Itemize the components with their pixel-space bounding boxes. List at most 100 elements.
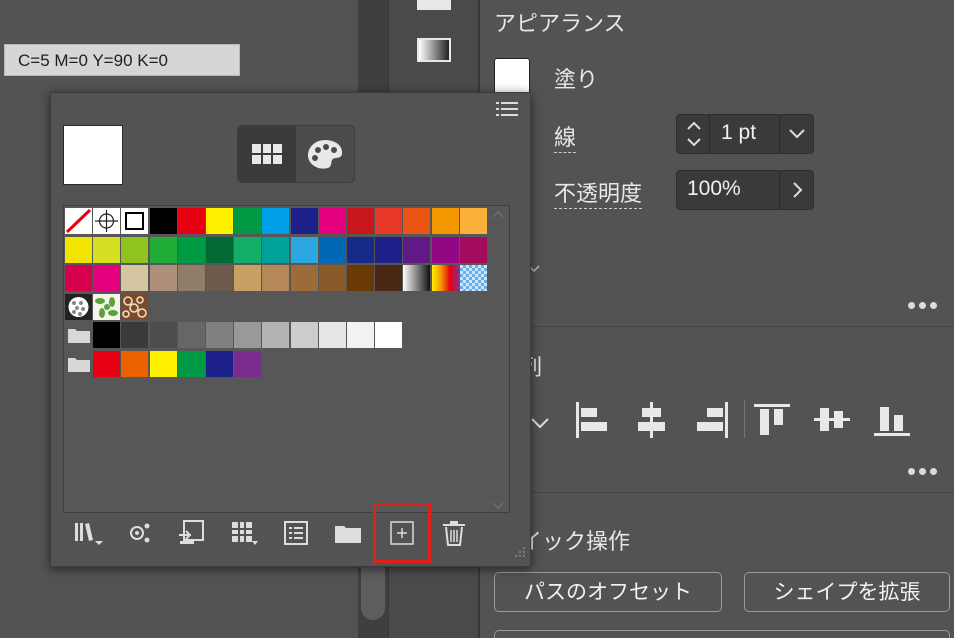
color-swatch[interactable] — [149, 236, 177, 263]
color-swatch[interactable] — [403, 208, 431, 234]
color-swatch[interactable] — [262, 236, 290, 263]
chevron-down-icon[interactable] — [780, 115, 814, 153]
align-top-icon[interactable] — [754, 402, 790, 438]
color-swatch[interactable] — [318, 265, 346, 291]
color-swatch[interactable] — [290, 322, 318, 348]
align-horizontal-center-icon[interactable] — [634, 402, 670, 438]
color-swatch[interactable] — [177, 350, 205, 377]
stroke-weight-field[interactable]: 1 pt — [676, 114, 814, 154]
library-icon[interactable] — [73, 519, 103, 547]
stepper-icon[interactable] — [679, 115, 709, 153]
color-swatch[interactable] — [290, 236, 318, 263]
stroke-label[interactable]: 線 — [554, 120, 577, 153]
gradient-swatch-icon[interactable] — [417, 38, 451, 62]
color-swatch[interactable] — [459, 208, 487, 234]
white-swatch[interactable] — [121, 208, 149, 234]
color-swatch[interactable] — [234, 236, 262, 263]
scroll-down-icon[interactable] — [490, 500, 506, 510]
pattern-swatch[interactable] — [65, 293, 92, 320]
color-swatch[interactable] — [234, 322, 262, 348]
color-swatch[interactable] — [206, 350, 233, 377]
color-swatch[interactable] — [431, 236, 459, 263]
color-swatch[interactable] — [121, 322, 149, 348]
panel-menu-icon[interactable] — [496, 101, 518, 117]
color-swatch[interactable] — [93, 322, 121, 348]
opacity-label[interactable]: 不透明度 — [554, 176, 643, 209]
color-palette-button[interactable] — [296, 126, 354, 182]
color-swatch[interactable] — [121, 265, 149, 291]
color-swatch[interactable] — [206, 208, 233, 234]
color-swatch[interactable] — [65, 236, 92, 263]
color-swatch[interactable] — [149, 208, 177, 234]
color-swatch[interactable] — [234, 208, 262, 234]
registration-swatch[interactable] — [93, 208, 121, 234]
color-swatch[interactable] — [375, 322, 403, 348]
expand-shape-button[interactable]: シェイプを拡張 — [744, 572, 950, 612]
color-swatch[interactable] — [262, 322, 290, 348]
color-swatch[interactable] — [93, 265, 121, 291]
fill-color-preview[interactable] — [63, 125, 123, 185]
align-more-options-icon[interactable] — [908, 468, 940, 476]
color-swatch[interactable] — [459, 236, 487, 263]
color-swatch[interactable] — [347, 322, 374, 348]
none-swatch[interactable] — [65, 208, 92, 234]
resize-grip-icon[interactable] — [513, 545, 527, 559]
color-swatch[interactable] — [93, 350, 121, 377]
color-swatch[interactable] — [318, 236, 346, 263]
opacity-value[interactable]: 100% — [687, 177, 741, 201]
tool-top-icon[interactable] — [417, 0, 451, 10]
color-swatch[interactable] — [262, 265, 290, 291]
align-left-icon[interactable] — [574, 402, 610, 438]
pattern-swatch[interactable] — [121, 293, 149, 320]
pattern-swatch[interactable] — [459, 265, 487, 291]
color-swatch[interactable] — [375, 208, 403, 234]
new-color-group-icon[interactable] — [333, 519, 363, 547]
swatch-options-icon[interactable] — [229, 519, 259, 547]
color-swatch[interactable] — [121, 350, 149, 377]
new-color-group-list-icon[interactable] — [281, 519, 311, 547]
color-swatch[interactable] — [375, 265, 403, 291]
color-swatch[interactable] — [347, 265, 374, 291]
color-swatch[interactable] — [403, 236, 431, 263]
color-swatch[interactable] — [318, 208, 346, 234]
color-group-folder-icon[interactable] — [67, 325, 91, 345]
fill-swatch[interactable] — [494, 58, 530, 94]
color-swatch[interactable] — [262, 208, 290, 234]
color-swatch[interactable] — [206, 322, 233, 348]
swatch-scrollbar[interactable] — [490, 210, 506, 510]
gradient-swatch[interactable] — [431, 265, 459, 291]
more-options-icon[interactable] — [908, 302, 940, 310]
color-swatch[interactable] — [234, 350, 262, 377]
color-swatch[interactable] — [149, 322, 177, 348]
next-button-partial[interactable] — [494, 630, 950, 638]
pattern-swatch[interactable] — [93, 293, 121, 320]
color-swatch[interactable] — [65, 265, 92, 291]
stroke-weight-value[interactable]: 1 pt — [721, 121, 756, 145]
color-swatch[interactable] — [93, 236, 121, 263]
color-swatch[interactable] — [177, 265, 205, 291]
color-swatch[interactable] — [290, 265, 318, 291]
align-right-icon[interactable] — [694, 402, 730, 438]
delete-swatch-icon[interactable] — [439, 519, 469, 547]
color-swatch[interactable] — [149, 350, 177, 377]
color-swatch[interactable] — [206, 265, 233, 291]
scroll-up-icon[interactable] — [490, 210, 506, 220]
chevron-right-icon[interactable] — [780, 171, 814, 209]
align-vertical-center-icon[interactable] — [814, 402, 850, 438]
color-swatch[interactable] — [177, 208, 205, 234]
color-swatch[interactable] — [290, 208, 318, 234]
swatch-kind-icon[interactable] — [125, 519, 155, 547]
color-swatch[interactable] — [177, 236, 205, 263]
color-swatch[interactable] — [234, 265, 262, 291]
align-bottom-icon[interactable] — [874, 402, 910, 438]
color-swatch[interactable] — [347, 236, 374, 263]
color-swatch[interactable] — [318, 322, 346, 348]
color-swatch[interactable] — [431, 208, 459, 234]
color-swatch[interactable] — [177, 322, 205, 348]
offset-path-button[interactable]: パスのオフセット — [494, 572, 722, 612]
color-group-folder-icon[interactable] — [67, 354, 91, 374]
grid-view-button[interactable] — [238, 126, 296, 182]
color-swatch[interactable] — [347, 208, 374, 234]
align-options-chevron-icon[interactable] — [530, 416, 550, 430]
color-swatch[interactable] — [206, 236, 233, 263]
